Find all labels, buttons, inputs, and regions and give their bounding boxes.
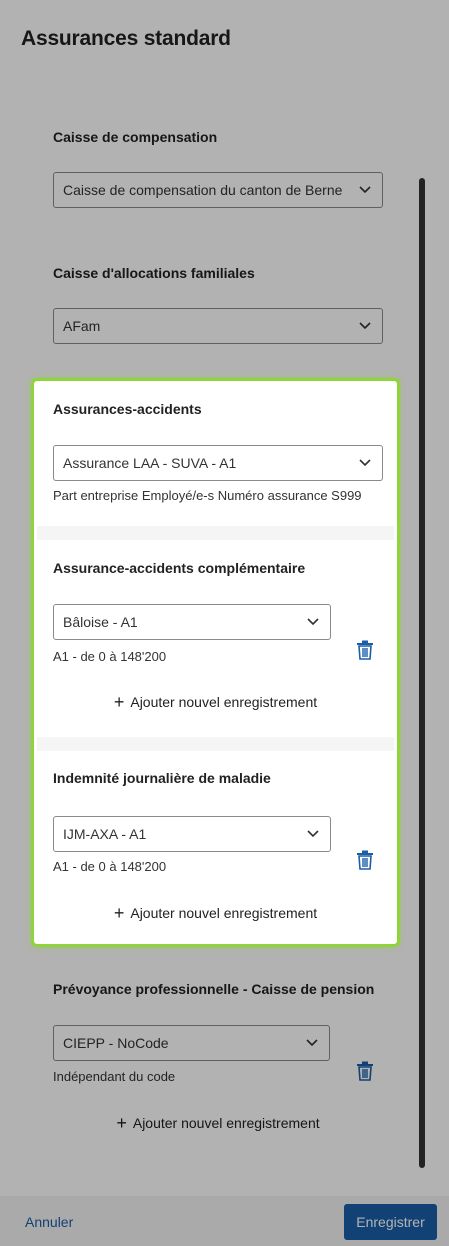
divider: [37, 526, 394, 540]
select-value: Caisse de compensation du canton de Bern…: [63, 182, 343, 198]
add-record-button[interactable]: + Ajouter nouvel enregistrement: [34, 692, 397, 713]
section-title: Caisse d'allocations familiales: [53, 265, 255, 281]
select-value: Assurance LAA - SUVA - A1: [63, 455, 237, 471]
caisse-compensation-select[interactable]: Caisse de compensation du canton de Bern…: [53, 172, 383, 208]
accidents-complementaire-detail: A1 - de 0 à 148'200: [53, 649, 167, 664]
prevoyance-detail: Indépendant du code: [53, 1069, 176, 1084]
trash-icon[interactable]: [356, 1061, 374, 1081]
select-value: Bâloise - A1: [63, 614, 138, 630]
add-record-label: Ajouter nouvel enregistrement: [132, 1115, 320, 1131]
section-title: Assurances-accidents: [53, 401, 202, 417]
highlighted-insurance-group: Assurances-accidents Assurance LAA - SUV…: [31, 378, 400, 947]
card-allocations-familiales: Caisse d'allocations familiales AFam: [37, 246, 399, 370]
indemnite-maladie-select[interactable]: IJM-AXA - A1: [53, 816, 331, 852]
cancel-button[interactable]: Annuler: [25, 1214, 73, 1230]
chevron-down-icon: [359, 459, 371, 467]
prevoyance-select[interactable]: CIEPP - NoCode: [53, 1025, 330, 1061]
indemnite-maladie-detail: A1 - de 0 à 148'200: [53, 859, 167, 874]
card-prevoyance: Prévoyance professionnelle - Caisse de p…: [37, 962, 399, 1156]
section-title: Prévoyance professionnelle - Caisse de p…: [53, 981, 375, 997]
save-button[interactable]: Enregistrer: [344, 1204, 437, 1240]
chevron-down-icon: [307, 830, 319, 838]
plus-icon: +: [116, 1113, 127, 1133]
card-caisse-compensation: Caisse de compensation Caisse de compens…: [37, 110, 399, 234]
section-title: Indemnité journalière de maladie: [53, 770, 271, 786]
plus-icon: +: [113, 903, 125, 923]
accidents-select[interactable]: Assurance LAA - SUVA - A1: [53, 445, 383, 481]
add-record-label: Ajouter nouvel enregistrement: [130, 694, 318, 710]
select-value: AFam: [63, 318, 101, 334]
add-record-button[interactable]: + Ajouter nouvel enregistrement: [34, 903, 397, 924]
section-title: Caisse de compensation: [53, 129, 218, 145]
trash-icon[interactable]: [356, 640, 374, 660]
trash-icon[interactable]: [356, 850, 374, 870]
accidents-complementaire-select[interactable]: Bâloise - A1: [53, 604, 331, 640]
accidents-detail: Part entreprise Employé/e-s Numéro assur…: [53, 488, 362, 503]
chevron-down-icon: [307, 618, 319, 626]
chevron-down-icon: [359, 186, 371, 194]
select-value: CIEPP - NoCode: [63, 1035, 169, 1051]
divider: [37, 737, 394, 751]
plus-icon: +: [113, 692, 125, 712]
scrollbar[interactable]: [419, 178, 425, 1168]
page-title: Assurances standard: [21, 27, 231, 50]
add-record-button[interactable]: + Ajouter nouvel enregistrement: [37, 1113, 399, 1134]
chevron-down-icon: [359, 322, 371, 330]
add-record-label: Ajouter nouvel enregistrement: [130, 905, 318, 921]
chevron-down-icon: [306, 1039, 318, 1047]
select-value: IJM-AXA - A1: [63, 826, 147, 842]
section-title: Assurance-accidents complémentaire: [53, 560, 306, 576]
allocations-familiales-select[interactable]: AFam: [53, 308, 383, 344]
